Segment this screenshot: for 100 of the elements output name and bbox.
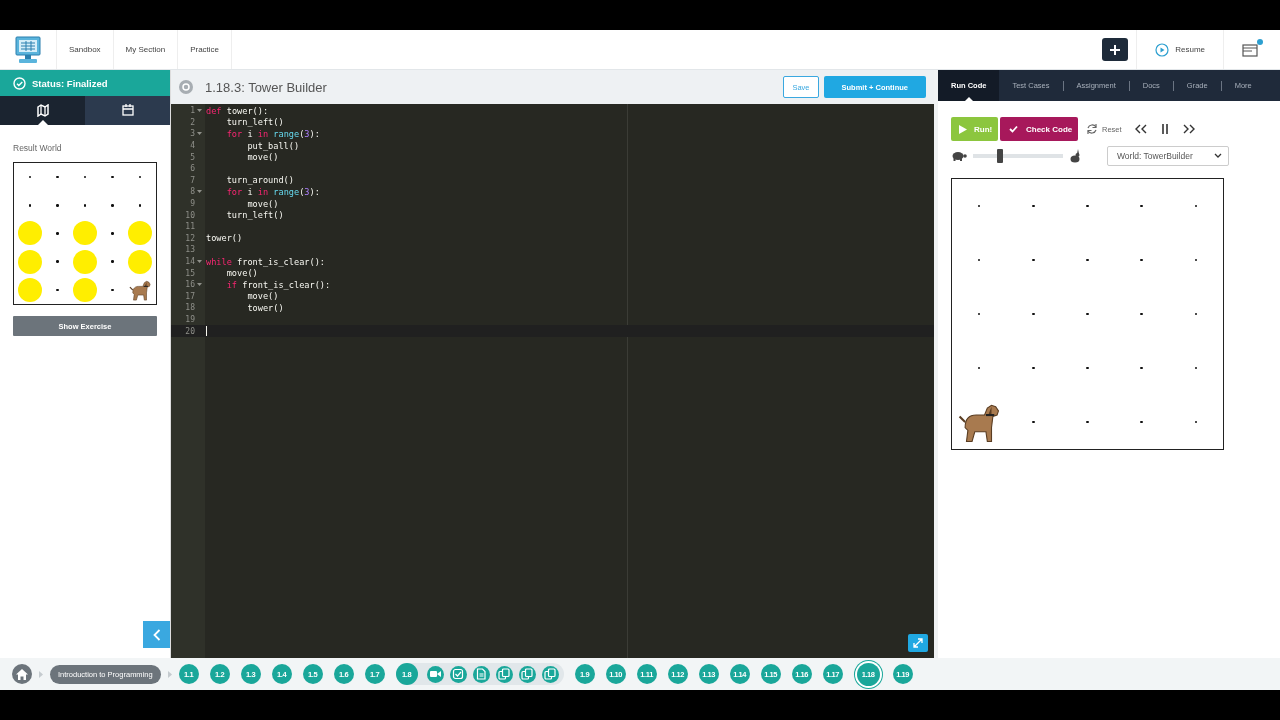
fold-arrow-icon[interactable] (197, 132, 202, 136)
result-world-title: Result World (13, 143, 63, 153)
expand-button[interactable] (908, 634, 928, 652)
grid-dot (1140, 366, 1143, 370)
grid-dot (1086, 258, 1089, 262)
code-line: turn_left() (225, 210, 284, 221)
grid-dot (1032, 204, 1035, 208)
grid-dot (1140, 312, 1143, 316)
world-select[interactable]: World: TowerBuilder (1107, 146, 1229, 166)
document-icon (475, 668, 488, 680)
line-number: 3 (190, 129, 195, 139)
check-code-button[interactable]: Check Code (1000, 117, 1078, 141)
copy-icon (521, 668, 534, 680)
grid-dot (1140, 204, 1143, 208)
grid-dot (56, 260, 59, 263)
breadcrumb-arrow-icon (167, 670, 172, 678)
fold-arrow-icon[interactable] (197, 260, 202, 263)
ball (73, 221, 97, 246)
code-line: def tower(): (206, 105, 269, 116)
activity-button[interactable] (541, 665, 559, 683)
grid-dot (56, 175, 59, 179)
nav-link[interactable]: Practice (178, 30, 233, 69)
home-button[interactable] (12, 664, 32, 684)
ball (73, 249, 97, 274)
grid-dot (1086, 312, 1089, 316)
line-number: 15 (185, 268, 195, 278)
line-number: 5 (190, 152, 195, 162)
grid-dot (28, 204, 32, 207)
chevron-left-icon (152, 628, 161, 641)
ball (17, 221, 42, 246)
panel-tab[interactable] (85, 96, 170, 125)
grid-dot (1140, 420, 1143, 424)
play-icon (959, 124, 967, 134)
copy-icon (544, 668, 557, 680)
code-line: if front_is_clear(): (225, 279, 331, 290)
nav-link[interactable]: Sandbox (57, 30, 114, 69)
code-line: move() (246, 198, 279, 209)
activity-button[interactable] (495, 665, 513, 683)
ball (128, 221, 153, 246)
home-icon (16, 668, 28, 680)
rabbit-icon (1069, 149, 1081, 163)
turtle-icon (951, 151, 967, 161)
grid-dot (1032, 366, 1035, 370)
map-icon (36, 104, 49, 117)
code-line: while front_is_clear(): (206, 256, 325, 267)
fold-arrow-icon[interactable] (197, 109, 202, 113)
gear-icon[interactable] (179, 80, 193, 94)
grid-dot (111, 260, 114, 263)
expand-icon (913, 638, 923, 648)
video-camera-icon (429, 668, 442, 680)
panel-tab[interactable] (0, 96, 85, 125)
text-cursor (206, 326, 207, 337)
line-number: 8 (190, 187, 195, 197)
copy-icon (498, 668, 511, 680)
add-button[interactable] (1102, 38, 1129, 61)
checkbox-icon (452, 668, 465, 680)
play-icon (1155, 42, 1170, 57)
code-line: tower() (206, 233, 243, 244)
code-line: move() (246, 291, 279, 302)
code-line: for i in range(3): (225, 186, 320, 197)
line-number: 10 (185, 210, 195, 220)
activity-button[interactable] (518, 665, 536, 683)
grid-dot (1032, 258, 1035, 262)
check-circle-icon (13, 76, 26, 90)
line-number: 17 (185, 291, 195, 301)
step-back-icon[interactable] (1133, 124, 1148, 134)
calendar-icon (121, 104, 134, 117)
breadcrumb-arrow-icon (39, 670, 43, 678)
code-line: for i in range(3): (225, 129, 320, 139)
monitor-logo-icon[interactable] (15, 35, 41, 64)
caret-icon (1214, 153, 1222, 159)
window-icon[interactable] (1242, 42, 1258, 57)
run-button[interactable]: Run! (951, 117, 998, 141)
activity-button[interactable] (472, 665, 490, 683)
refresh-icon (1086, 123, 1098, 135)
pause-icon[interactable] (1159, 124, 1170, 134)
grid-dot (111, 204, 114, 207)
activity-button[interactable] (449, 665, 467, 683)
line-number: 16 (185, 280, 195, 290)
ball (17, 249, 42, 274)
line-number: 9 (190, 199, 195, 209)
step-forward-icon[interactable] (1181, 124, 1196, 134)
line-number: 1 (190, 106, 195, 116)
line-number: 7 (190, 175, 195, 185)
grid-dot (1032, 312, 1035, 316)
activity-button[interactable] (426, 665, 444, 683)
line-number: 4 (190, 141, 195, 151)
resume-button[interactable]: Resume (1155, 42, 1205, 57)
checkmark-icon (1009, 125, 1018, 133)
fold-arrow-icon[interactable] (197, 283, 202, 287)
grid-dot (111, 288, 114, 292)
ball (73, 277, 97, 302)
grid-dot (111, 175, 114, 179)
line-number: 20 (185, 326, 195, 336)
collapse-button[interactable] (143, 621, 170, 648)
fold-arrow-icon[interactable] (197, 190, 202, 194)
grid-dot (56, 204, 59, 207)
nav-link[interactable]: My Section (113, 30, 179, 69)
grid-dot (138, 204, 142, 207)
status-label: Status: Finalized (32, 77, 108, 89)
